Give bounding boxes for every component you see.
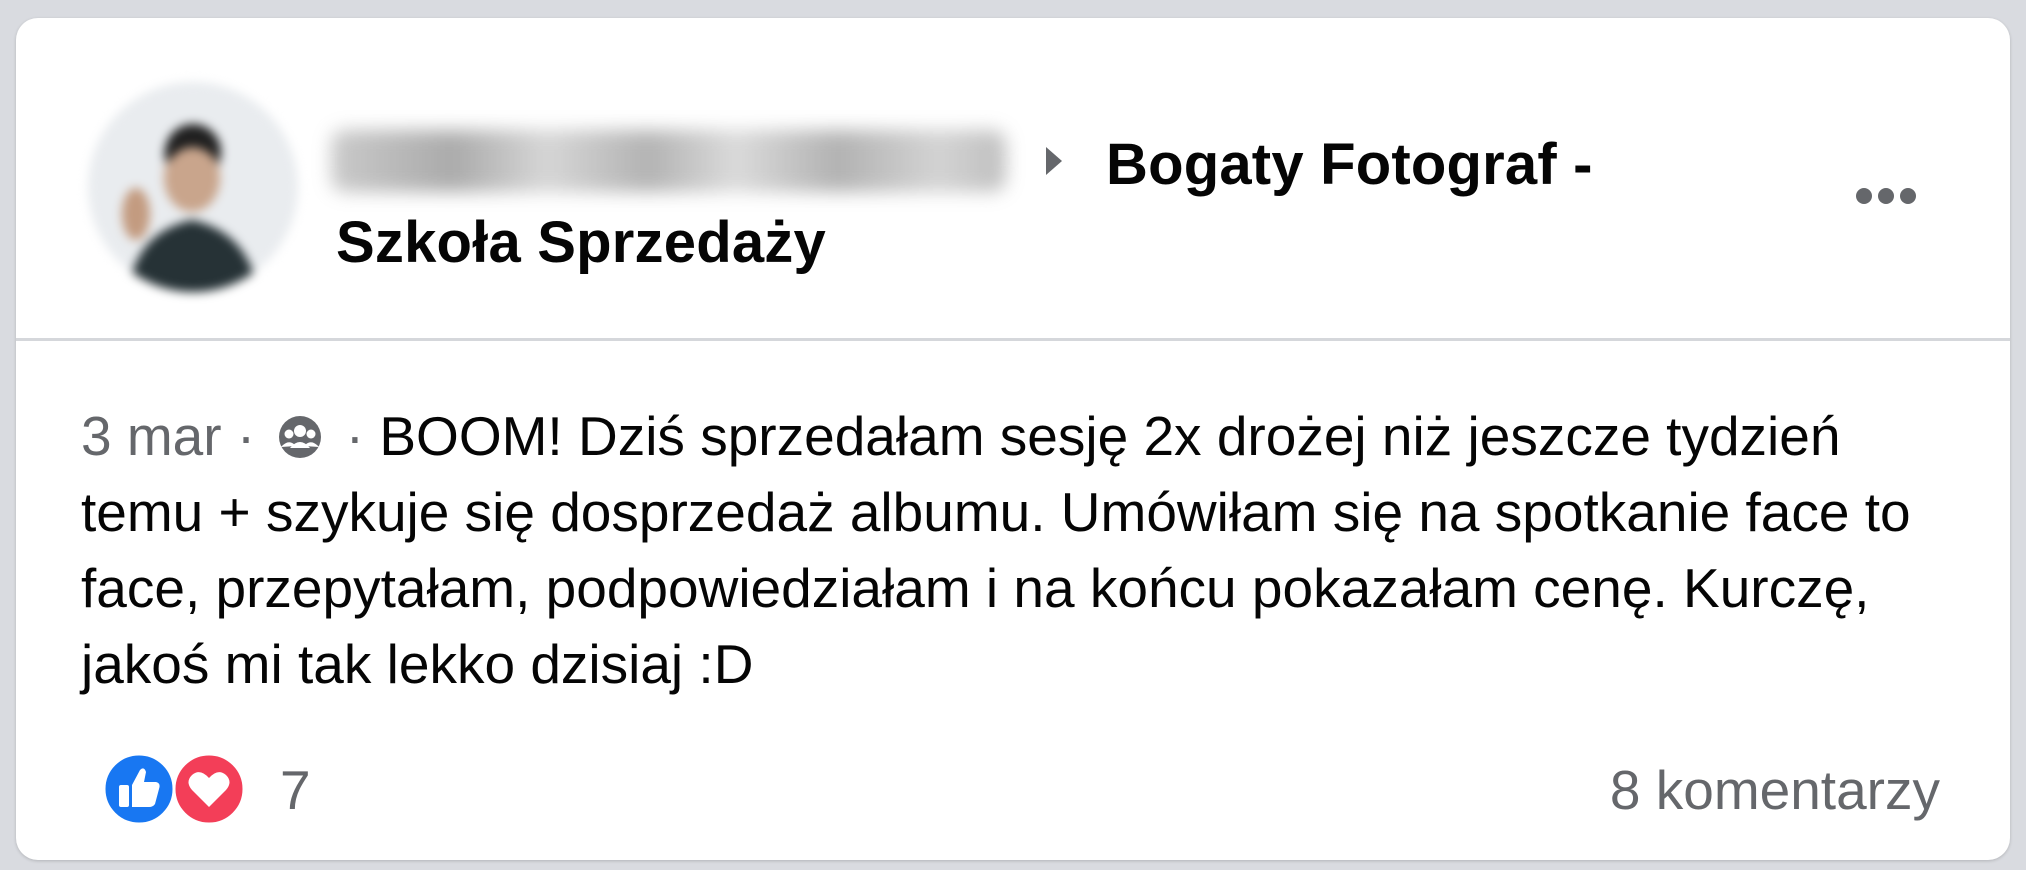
post-date-link[interactable]: 3 mar [81,405,222,467]
love-icon[interactable] [172,752,246,826]
group-icon[interactable] [276,413,324,461]
author-avatar[interactable] [88,82,298,292]
post-footer: 7 8 komentarzy [16,738,2010,838]
group-name-link[interactable]: Bogaty Fotograf - Szkoła Sprzedaży [336,126,1696,282]
post-card: Bogaty Fotograf - Szkoła Sprzedaży 3 mar… [16,18,2010,860]
separator-dot: · [236,405,256,467]
more-options-icon[interactable] [1846,168,1926,224]
screen-background: Bogaty Fotograf - Szkoła Sprzedaży 3 mar… [0,0,2026,870]
comments-count-link[interactable]: 8 komentarzy [1610,758,1940,822]
header-divider [16,338,2010,341]
reaction-count[interactable]: 7 [280,758,311,822]
post-body: 3 mar · · BOOM! Dziś sprzedałam sesję 2x… [81,398,1961,702]
like-icon[interactable] [102,752,176,826]
separator-dot: · [345,405,365,467]
post-header: Bogaty Fotograf - Szkoła Sprzedaży [16,18,2010,338]
